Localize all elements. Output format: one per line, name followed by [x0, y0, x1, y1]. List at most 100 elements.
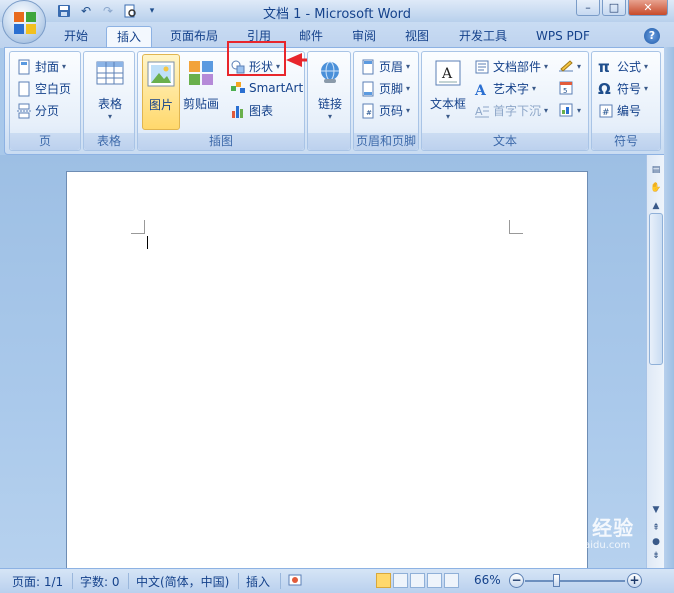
page-break-button[interactable]: 分页: [16, 102, 59, 119]
table-icon: [96, 61, 124, 85]
signature-line-icon: [559, 60, 573, 72]
full-screen-reading-view-icon[interactable]: [393, 573, 408, 588]
textbox-dropdown-icon: ▾: [445, 112, 450, 121]
scroll-down-icon[interactable]: ▼: [649, 503, 663, 517]
group-text: A 文本框 ▾ 文档部件 ▾ A 艺术字 ▾ A 首字下沉 ▾ ▾ 5 ▾ 文本: [421, 51, 589, 151]
link-icon: [321, 61, 339, 83]
symbol-button[interactable]: Ω 符号 ▾: [598, 80, 648, 97]
word-count-status[interactable]: 字数: 0: [80, 573, 120, 590]
smartart-button[interactable]: SmartArt: [230, 80, 303, 96]
svg-text:#: #: [366, 109, 372, 117]
vertical-scrollbar[interactable]: ▤ ✋ ▲ ▼ ⇞ ● ⇟: [646, 155, 664, 568]
blank-page-label: 空白页: [35, 82, 72, 96]
picture-label: 图片: [148, 98, 173, 112]
margin-mark-top-left: [131, 220, 145, 234]
object-button[interactable]: ▾: [558, 102, 581, 118]
tab-view[interactable]: 视图: [395, 26, 439, 48]
zoom-in-icon[interactable]: +: [627, 573, 642, 588]
header-button[interactable]: 页眉 ▾: [360, 58, 410, 75]
baidu-watermark: Baidu 经验: [515, 516, 635, 540]
svg-text:A: A: [441, 66, 453, 82]
cover-page-label: 封面: [35, 60, 60, 74]
tab-page-layout[interactable]: 页面布局: [160, 26, 228, 48]
footer-icon: [362, 81, 374, 96]
header-label: 页眉: [379, 60, 404, 74]
wordart-icon: A: [474, 83, 487, 97]
maximize-button[interactable]: □: [602, 0, 626, 16]
office-button[interactable]: [2, 0, 46, 44]
svg-text:A: A: [474, 83, 487, 97]
scroll-up-icon[interactable]: ▲: [649, 199, 663, 213]
equation-button[interactable]: π 公式 ▾: [598, 58, 648, 75]
quickparts-button[interactable]: 文档部件 ▾: [474, 58, 548, 75]
footer-button[interactable]: 页脚 ▾: [360, 80, 410, 97]
document-area: [0, 155, 646, 571]
numbering-icon: #: [599, 104, 613, 118]
outline-view-icon[interactable]: [427, 573, 442, 588]
tab-developer[interactable]: 开发工具: [449, 26, 517, 48]
group-symbols-label: 符号: [592, 133, 660, 150]
status-bar: 页面: 1/1 字数: 0 中文(简体，中国) 插入 66% − +: [0, 568, 674, 593]
blank-page-button[interactable]: 空白页: [16, 80, 71, 97]
status-separator: [72, 573, 73, 589]
textbox-icon: A: [435, 60, 461, 86]
zoom-out-icon[interactable]: −: [509, 573, 524, 588]
web-layout-view-icon[interactable]: [410, 573, 425, 588]
print-layout-view-icon[interactable]: [376, 573, 391, 588]
previous-page-icon[interactable]: ⇞: [649, 521, 663, 535]
textbox-label: 文本框: [429, 97, 466, 111]
picture-icon: [147, 61, 175, 87]
smartart-icon: [231, 82, 245, 93]
svg-text:#: #: [602, 108, 610, 118]
numbering-button[interactable]: # 编号: [598, 102, 641, 119]
ruler-toggle-icon[interactable]: ▤: [649, 163, 663, 177]
help-icon[interactable]: ?: [644, 28, 660, 44]
datetime-button[interactable]: 5: [558, 80, 574, 96]
table-button[interactable]: 表格 ▾: [88, 58, 132, 121]
document-page[interactable]: [66, 171, 588, 571]
group-tables: 表格 ▾ 表格: [83, 51, 135, 151]
shapes-highlight-box: [227, 41, 286, 76]
textbox-button[interactable]: A 文本框 ▾: [426, 58, 470, 121]
clipart-icon: [189, 61, 213, 85]
chart-button[interactable]: 图表: [230, 102, 273, 119]
scroll-thumb[interactable]: [649, 213, 663, 365]
next-page-icon[interactable]: ⇟: [649, 549, 663, 563]
clipart-button[interactable]: 剪贴画: [182, 58, 220, 112]
language-status[interactable]: 中文(简体，中国): [136, 573, 229, 590]
page-count-status[interactable]: 页面: 1/1: [12, 573, 63, 590]
dropcap-button[interactable]: A 首字下沉 ▾: [474, 102, 548, 119]
macro-record-icon[interactable]: [288, 573, 302, 590]
minimize-button[interactable]: –: [576, 0, 600, 16]
group-links: 链接 ▾: [307, 51, 351, 151]
tab-insert[interactable]: 插入: [106, 26, 153, 49]
tab-mailings[interactable]: 邮件: [289, 26, 333, 48]
baidu-watermark-url: jingyan.baidu.com: [538, 540, 631, 551]
table-label: 表格: [97, 97, 122, 111]
link-button[interactable]: 链接 ▾: [310, 58, 350, 121]
tab-home[interactable]: 开始: [54, 26, 98, 48]
picture-button[interactable]: 图片: [142, 54, 180, 130]
page-number-button[interactable]: # 页码 ▾: [360, 102, 410, 119]
close-button[interactable]: ✕: [628, 0, 668, 16]
tab-review[interactable]: 审阅: [342, 26, 386, 48]
chart-icon: [232, 105, 243, 118]
cover-page-button[interactable]: 封面 ▾: [16, 58, 66, 75]
zoom-slider-thumb[interactable]: [553, 574, 560, 587]
insert-mode-status[interactable]: 插入: [246, 573, 270, 590]
cover-page-icon: [18, 59, 30, 74]
clipart-label: 剪贴画: [182, 97, 219, 111]
draft-view-icon[interactable]: [444, 573, 459, 588]
zoom-level[interactable]: 66%: [474, 573, 501, 587]
window-right-edge: [664, 47, 674, 593]
zoom-slider[interactable]: [525, 580, 625, 582]
tab-wps-pdf[interactable]: WPS PDF: [526, 26, 600, 48]
wordart-button[interactable]: A 艺术字 ▾: [474, 80, 536, 97]
pan-hand-icon[interactable]: ✋: [649, 181, 663, 195]
datetime-icon: 5: [559, 81, 573, 95]
svg-text:5: 5: [563, 87, 567, 95]
signature-line-button[interactable]: ▾: [558, 58, 581, 74]
link-label: 链接: [317, 97, 342, 111]
browse-object-icon[interactable]: ●: [649, 535, 663, 549]
group-pages-label: 页: [10, 133, 80, 150]
